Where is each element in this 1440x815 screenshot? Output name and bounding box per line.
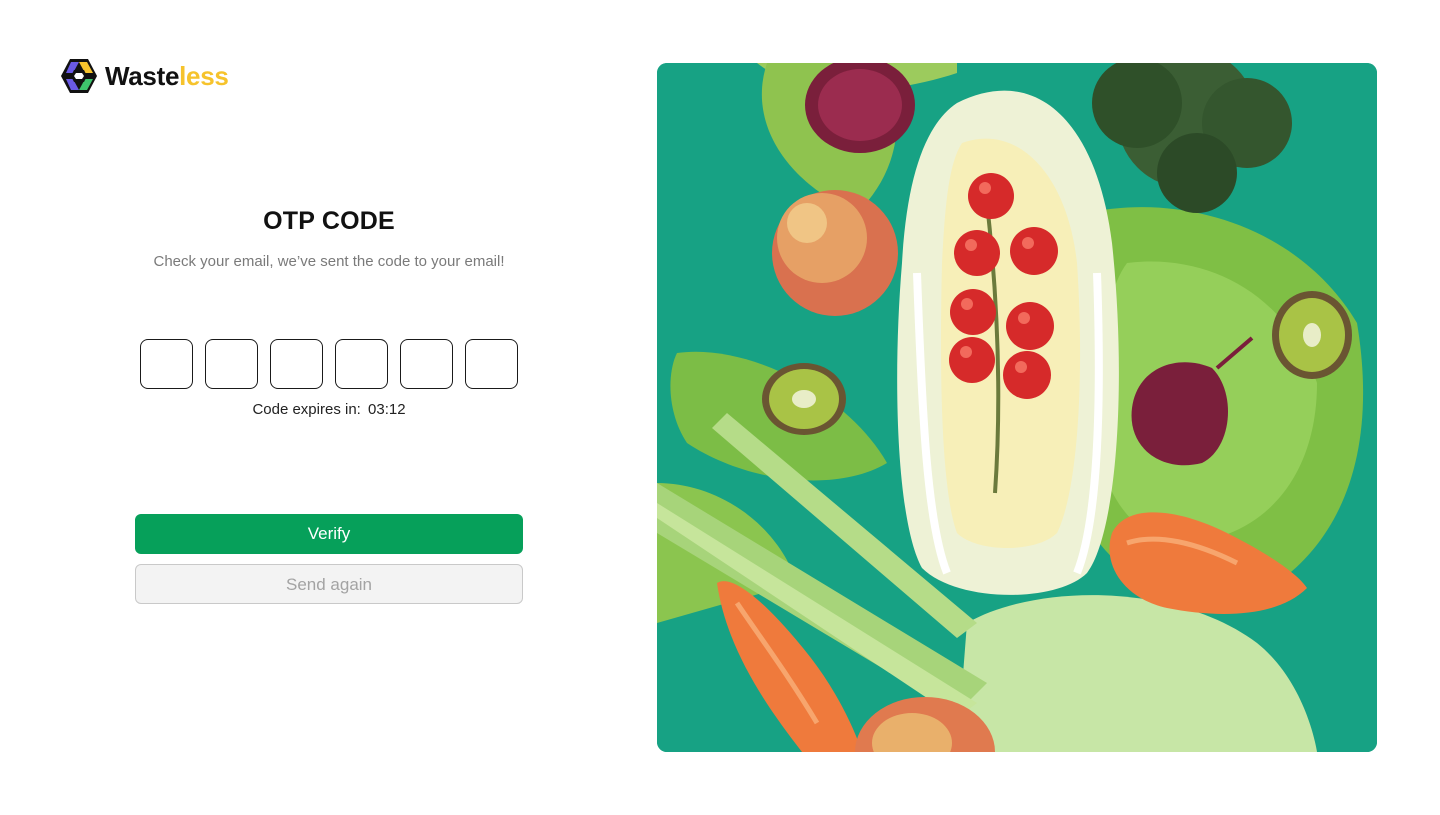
code-expiry: Code expires in: 03:12 — [135, 401, 523, 418]
otp-digit-6[interactable] — [465, 339, 518, 389]
otp-digit-5[interactable] — [400, 339, 453, 389]
otp-page: Wasteless OTP CODE Check your email, we’… — [0, 0, 1440, 815]
brand-name-part1: Waste — [105, 61, 180, 91]
vegetables-illustration — [657, 63, 1377, 752]
expiry-timer: 03:12 — [368, 401, 406, 418]
otp-digit-4[interactable] — [335, 339, 388, 389]
hero-image — [657, 63, 1377, 752]
brand-logo[interactable]: Wasteless — [60, 58, 229, 94]
otp-digit-2[interactable] — [205, 339, 258, 389]
hexagon-logo-icon — [61, 59, 97, 93]
otp-digit-3[interactable] — [270, 339, 323, 389]
brand-name-part2: less — [179, 61, 229, 91]
send-again-button[interactable]: Send again — [135, 564, 523, 604]
expiry-label: Code expires in: — [252, 401, 361, 418]
brand-name: Wasteless — [105, 58, 229, 94]
otp-digit-1[interactable] — [140, 339, 193, 389]
page-subtitle: Check your email, we’ve sent the code to… — [153, 253, 505, 270]
otp-input-group — [140, 339, 518, 389]
page-title: OTP CODE — [263, 207, 395, 235]
verify-button[interactable]: Verify — [135, 514, 523, 554]
